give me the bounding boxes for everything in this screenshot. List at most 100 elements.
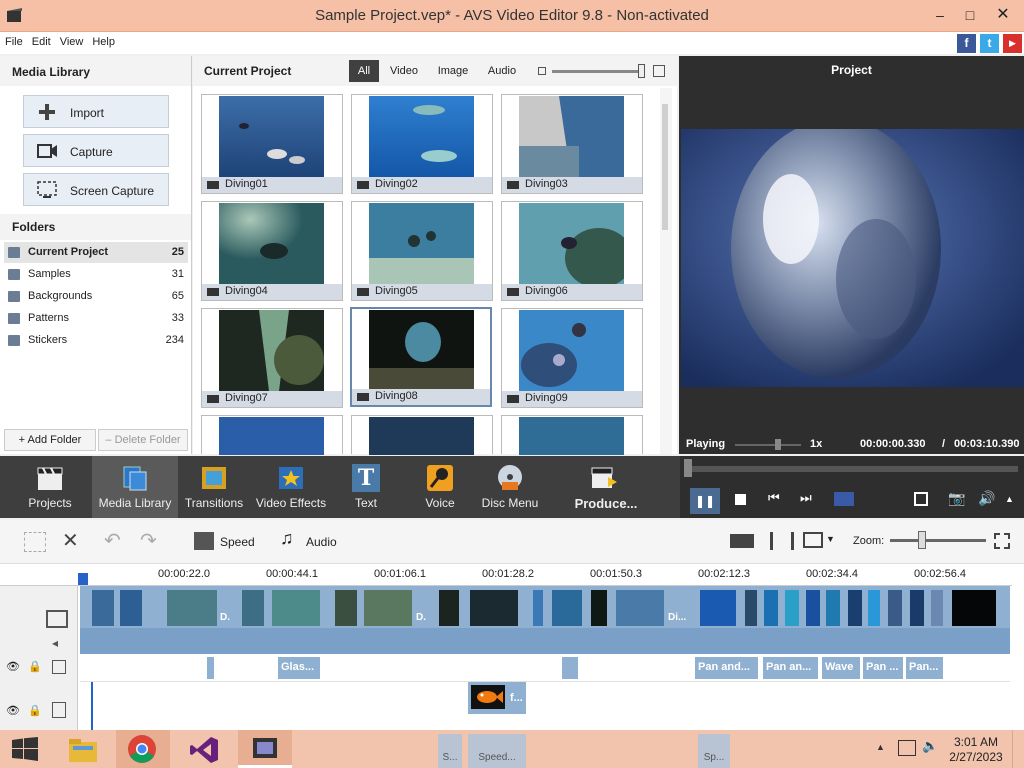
effect-track-eye-icon[interactable]: 👁: [6, 660, 20, 673]
visual-studio-taskbar[interactable]: [178, 730, 232, 768]
video-clip[interactable]: [868, 590, 880, 626]
media-thumb[interactable]: [351, 415, 493, 455]
media-thumb[interactable]: Diving07: [201, 308, 343, 408]
overlay-clip[interactable]: f...: [468, 682, 526, 714]
media-thumb[interactable]: [501, 415, 643, 455]
effect-track-lock-icon[interactable]: 🔒: [28, 660, 42, 673]
clock-time[interactable]: 3:01 AM: [945, 735, 1007, 749]
chrome-taskbar[interactable]: [116, 730, 170, 768]
start-button[interactable]: [0, 730, 54, 768]
import-button[interactable]: Import: [23, 95, 169, 128]
next-frame-button[interactable]: ⏭: [800, 490, 812, 506]
video-clip[interactable]: [616, 590, 664, 626]
screen-capture-button[interactable]: Screen Capture: [23, 173, 169, 206]
media-thumb[interactable]: Diving05: [351, 201, 493, 301]
text-tool[interactable]: T Text: [336, 456, 396, 518]
folder-current-project[interactable]: Current Project 25: [4, 242, 188, 263]
filter-image-tab[interactable]: Image: [431, 60, 475, 82]
effect-clip[interactable]: Pan...: [906, 657, 943, 679]
media-thumb[interactable]: Diving06: [501, 201, 643, 301]
capture-button[interactable]: Capture: [23, 134, 169, 167]
video-clip[interactable]: [910, 590, 924, 626]
folder-patterns[interactable]: Patterns 33: [4, 308, 188, 329]
video-clip[interactable]: [826, 590, 840, 626]
menu-view[interactable]: View: [55, 32, 88, 48]
folder-stickers[interactable]: Stickers 234: [4, 330, 188, 351]
media-library-tool[interactable]: Media Library: [92, 456, 178, 518]
effect-clip[interactable]: Pan and...: [695, 657, 758, 679]
speed-slider[interactable]: [735, 444, 801, 446]
audio-mixer-button[interactable]: [770, 532, 794, 550]
audio-waveform[interactable]: [80, 628, 1010, 654]
storyboard-toggle[interactable]: [24, 532, 46, 552]
seek-bar[interactable]: [686, 466, 1018, 472]
previous-frame-button[interactable]: ⏮: [768, 490, 780, 506]
video-clip[interactable]: [700, 590, 736, 626]
speed-slider-handle[interactable]: [775, 439, 781, 450]
folder-backgrounds[interactable]: Backgrounds 65: [4, 286, 188, 307]
split-button[interactable]: [730, 534, 754, 548]
overlay-track[interactable]: [80, 682, 1010, 730]
twitter-icon[interactable]: t: [980, 34, 999, 53]
add-folder-button[interactable]: + Add Folder: [4, 429, 96, 451]
filter-audio-tab[interactable]: Audio: [481, 60, 523, 82]
video-clip[interactable]: [272, 590, 320, 626]
tray-network-icon[interactable]: [898, 740, 916, 756]
display-mode-dropdown[interactable]: ▼: [826, 534, 835, 544]
folder-samples[interactable]: Samples 31: [4, 264, 188, 285]
youtube-icon[interactable]: ▶: [1003, 34, 1022, 53]
overlay-track-eye-icon[interactable]: 👁: [6, 704, 20, 717]
media-thumb[interactable]: Diving04: [201, 201, 343, 301]
video-clip[interactable]: [120, 590, 142, 626]
menu-edit[interactable]: Edit: [27, 32, 55, 48]
video-clip[interactable]: [931, 590, 943, 626]
video-clip[interactable]: [591, 590, 607, 626]
effect-clip[interactable]: Pan an...: [763, 657, 818, 679]
video-clip[interactable]: [470, 590, 518, 626]
video-clip[interactable]: [745, 590, 757, 626]
video-clip[interactable]: [806, 590, 820, 626]
show-desktop-button[interactable]: [1012, 730, 1024, 768]
filter-video-tab[interactable]: Video: [385, 60, 423, 82]
stop-button[interactable]: [735, 494, 746, 505]
video-clip[interactable]: [848, 590, 862, 626]
overlay-track-lock-icon[interactable]: 🔒: [28, 704, 42, 717]
facebook-icon[interactable]: f: [957, 34, 976, 53]
filter-all-tab[interactable]: All: [349, 60, 379, 82]
file-explorer-taskbar[interactable]: [58, 730, 112, 768]
delete-folder-button[interactable]: – Delete Folder: [98, 429, 188, 451]
media-thumb-selected[interactable]: Diving08: [350, 307, 492, 407]
fit-zoom-button[interactable]: [994, 533, 1010, 549]
maximize-button[interactable]: □: [955, 4, 985, 26]
voice-tool[interactable]: Voice: [410, 456, 470, 518]
effect-clip[interactable]: [562, 657, 578, 679]
fullscreen-preview-button[interactable]: [834, 492, 854, 506]
redo-button[interactable]: ↷: [140, 528, 157, 553]
effect-clip[interactable]: Pan ...: [863, 657, 903, 679]
media-thumb[interactable]: Diving01: [201, 94, 343, 194]
pause-button[interactable]: ❚❚: [690, 488, 720, 514]
effect-clip[interactable]: Wave: [822, 657, 860, 679]
disc-menu-tool[interactable]: Disc Menu: [478, 456, 542, 518]
zoom-slider[interactable]: [890, 539, 986, 542]
media-thumb[interactable]: Diving09: [501, 308, 643, 408]
delete-button[interactable]: ✕: [62, 528, 79, 553]
produce-tool[interactable]: Produce...: [570, 456, 642, 518]
video-clip[interactable]: [888, 590, 902, 626]
display-mode-button[interactable]: [803, 532, 823, 548]
snapshot-button[interactable]: 📷: [948, 490, 965, 507]
seek-bar-handle[interactable]: [684, 459, 692, 477]
effect-clip[interactable]: [207, 657, 214, 679]
transitions-tool[interactable]: Transitions: [180, 456, 248, 518]
effect-clip[interactable]: Glas...: [278, 657, 320, 679]
clock-date[interactable]: 2/27/2023: [945, 750, 1007, 764]
thumb-size-slider-handle[interactable]: [638, 64, 645, 78]
audio-button[interactable]: ♫ Audio: [280, 528, 360, 552]
video-clip[interactable]: [952, 590, 996, 626]
video-track-mute-icon[interactable]: ◂: [52, 636, 58, 650]
media-thumb[interactable]: Diving02: [351, 94, 493, 194]
media-thumb[interactable]: Diving03: [501, 94, 643, 194]
video-clip[interactable]: [764, 590, 778, 626]
close-button[interactable]: ✕: [988, 4, 1018, 26]
video-clip[interactable]: [335, 590, 357, 626]
